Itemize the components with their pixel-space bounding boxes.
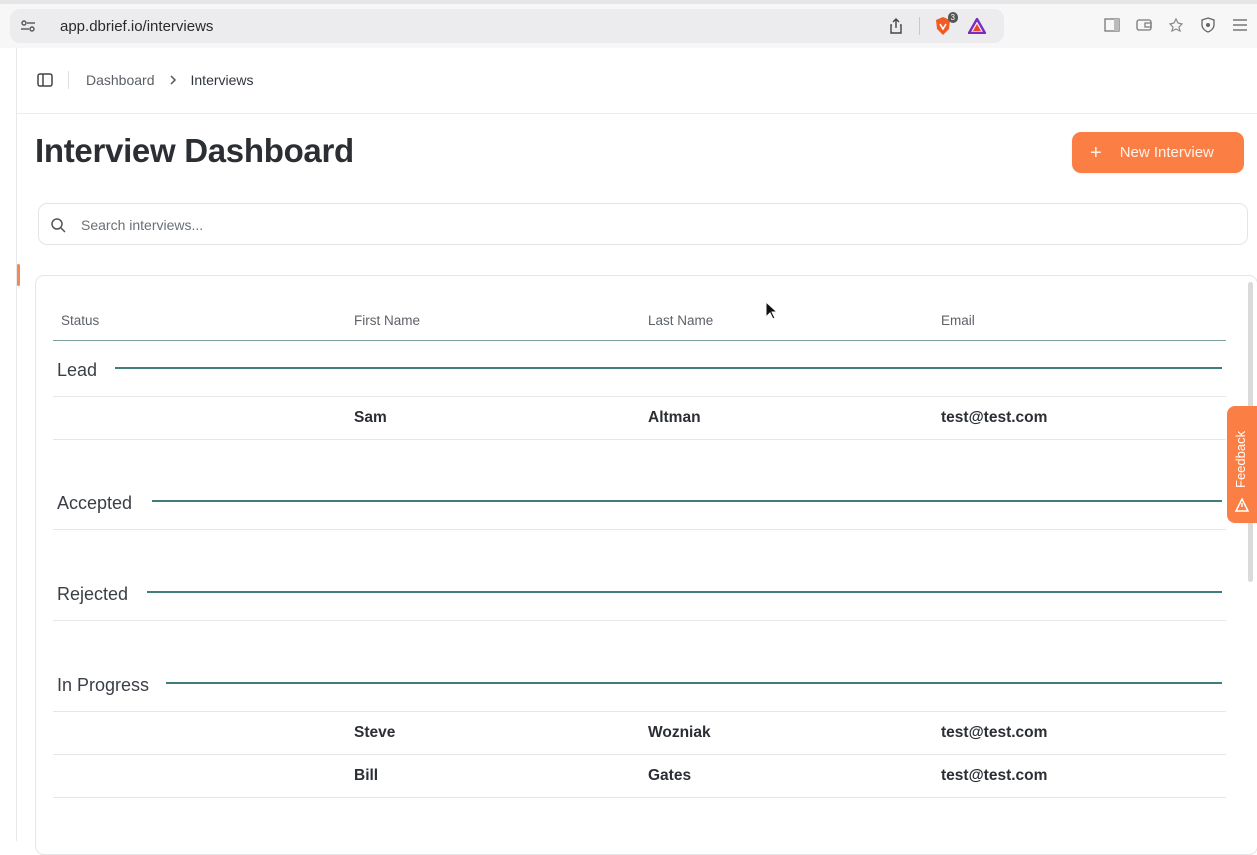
chevron-right-icon [169, 75, 176, 85]
cell-email: test@test.com [941, 724, 1048, 741]
vpn-icon[interactable] [1199, 16, 1217, 34]
share-icon[interactable] [885, 15, 907, 37]
leo-ai-icon[interactable] [1167, 16, 1185, 34]
feedback-tab[interactable]: Feedback [1227, 406, 1257, 523]
table-row[interactable]: Sam Altman test@test.com [53, 397, 1226, 440]
menu-icon[interactable] [1231, 16, 1249, 34]
feedback-icon [1234, 497, 1250, 512]
sidebar-icon[interactable] [1103, 16, 1121, 34]
cell-last-name: Wozniak [648, 724, 711, 741]
new-interview-button[interactable]: + New Interview [1072, 132, 1244, 173]
browser-toolbar: app.dbrief.io/interviews 3 [0, 0, 1257, 48]
search-input[interactable] [81, 214, 1231, 236]
sidebar-toggle-icon[interactable] [36, 71, 54, 89]
cell-last-name: Gates [648, 767, 692, 784]
group-label: Lead [57, 360, 110, 381]
divider [919, 17, 920, 35]
column-header-status[interactable]: Status [61, 313, 99, 328]
group-header-in-progress: In Progress [53, 655, 1226, 712]
page-title: Interview Dashboard [35, 132, 354, 169]
table-row[interactable]: Steve Wozniak test@test.com [53, 712, 1226, 755]
table-row[interactable]: Bill Gates test@test.com [53, 755, 1226, 798]
group-divider-line [115, 367, 1222, 369]
breadcrumb-dashboard-link[interactable]: Dashboard [86, 72, 155, 88]
cell-email: test@test.com [941, 767, 1048, 784]
group-divider-line [152, 500, 1222, 502]
group-label: Accepted [57, 493, 145, 514]
column-header-first-name[interactable]: First Name [354, 313, 420, 328]
search-box [38, 203, 1248, 245]
app-main: Dashboard Interviews Interview Dashboard… [16, 48, 1257, 855]
brave-shield-icon[interactable]: 3 [932, 12, 958, 37]
top-bar: Dashboard Interviews [17, 48, 1257, 114]
group-header-rejected: Rejected [53, 564, 1226, 621]
column-header-email[interactable]: Email [941, 313, 975, 328]
breadcrumb-current: Interviews [190, 72, 254, 88]
plus-icon: + [1090, 141, 1102, 164]
shield-badge: 3 [947, 12, 958, 23]
mouse-cursor-icon [765, 301, 779, 320]
url-text[interactable]: app.dbrief.io/interviews [60, 18, 213, 35]
cell-first-name: Bill [354, 767, 379, 784]
group-header-accepted: Accepted [53, 473, 1226, 530]
brave-rewards-icon[interactable] [966, 15, 988, 37]
search-icon [51, 218, 66, 233]
group-divider-line [166, 682, 1222, 684]
group-label: Rejected [57, 584, 141, 605]
cell-first-name: Sam [354, 409, 387, 426]
breadcrumb: Dashboard Interviews [86, 72, 254, 88]
interviews-table-card: Status First Name Last Name Email Lead S… [35, 275, 1257, 855]
tune-icon[interactable] [20, 18, 36, 34]
cell-last-name: Altman [648, 409, 701, 426]
wallet-icon[interactable] [1135, 16, 1153, 34]
feedback-label: Feedback [1233, 430, 1248, 488]
group-header-lead: Lead [53, 340, 1226, 397]
new-interview-label: New Interview [1119, 144, 1214, 161]
group-label: In Progress [57, 675, 162, 696]
column-header-last-name[interactable]: Last Name [648, 313, 713, 328]
address-bar[interactable]: app.dbrief.io/interviews 3 [10, 9, 1004, 43]
divider [68, 71, 69, 89]
cell-email: test@test.com [941, 409, 1048, 426]
left-accent [17, 264, 20, 286]
table-header: Status First Name Last Name Email [53, 312, 1226, 341]
cell-first-name: Steve [354, 724, 396, 741]
group-divider-line [147, 591, 1222, 593]
